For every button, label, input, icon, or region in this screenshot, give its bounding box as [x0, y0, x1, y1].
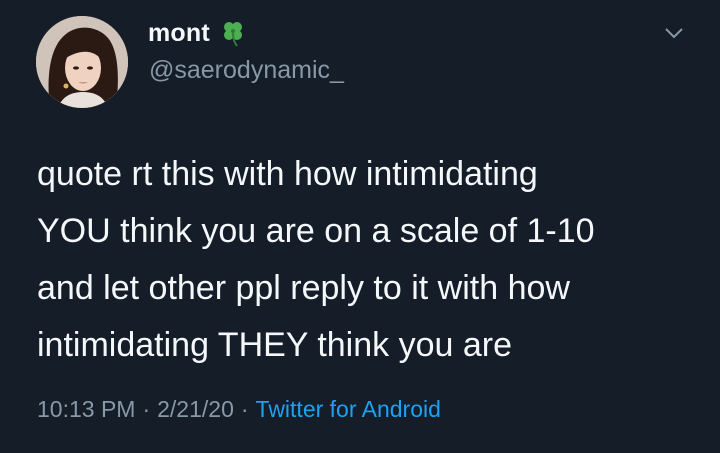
tweet-metadata: 10:13 PM · 2/21/20 · Twitter for Android: [37, 396, 441, 423]
separator: ·: [142, 396, 151, 422]
tweet-date[interactable]: 2/21/20: [157, 396, 234, 423]
separator: ·: [240, 396, 249, 422]
tweet-time[interactable]: 10:13 PM: [37, 396, 135, 423]
four-leaf-clover-icon: [218, 18, 248, 48]
avatar[interactable]: [36, 16, 128, 108]
tweet-text: quote rt this with how intimidating YOU …: [37, 155, 595, 364]
display-name-text: mont: [148, 18, 210, 47]
display-name[interactable]: mont: [148, 18, 248, 48]
user-handle[interactable]: @saerodynamic_: [149, 56, 344, 85]
avatar-image: [36, 16, 128, 108]
tweet-card: mont @saerodynamic_ quote rt this with h…: [0, 0, 720, 453]
tweet-source-link[interactable]: Twitter for Android: [256, 396, 441, 423]
chevron-down-icon[interactable]: [664, 26, 684, 40]
